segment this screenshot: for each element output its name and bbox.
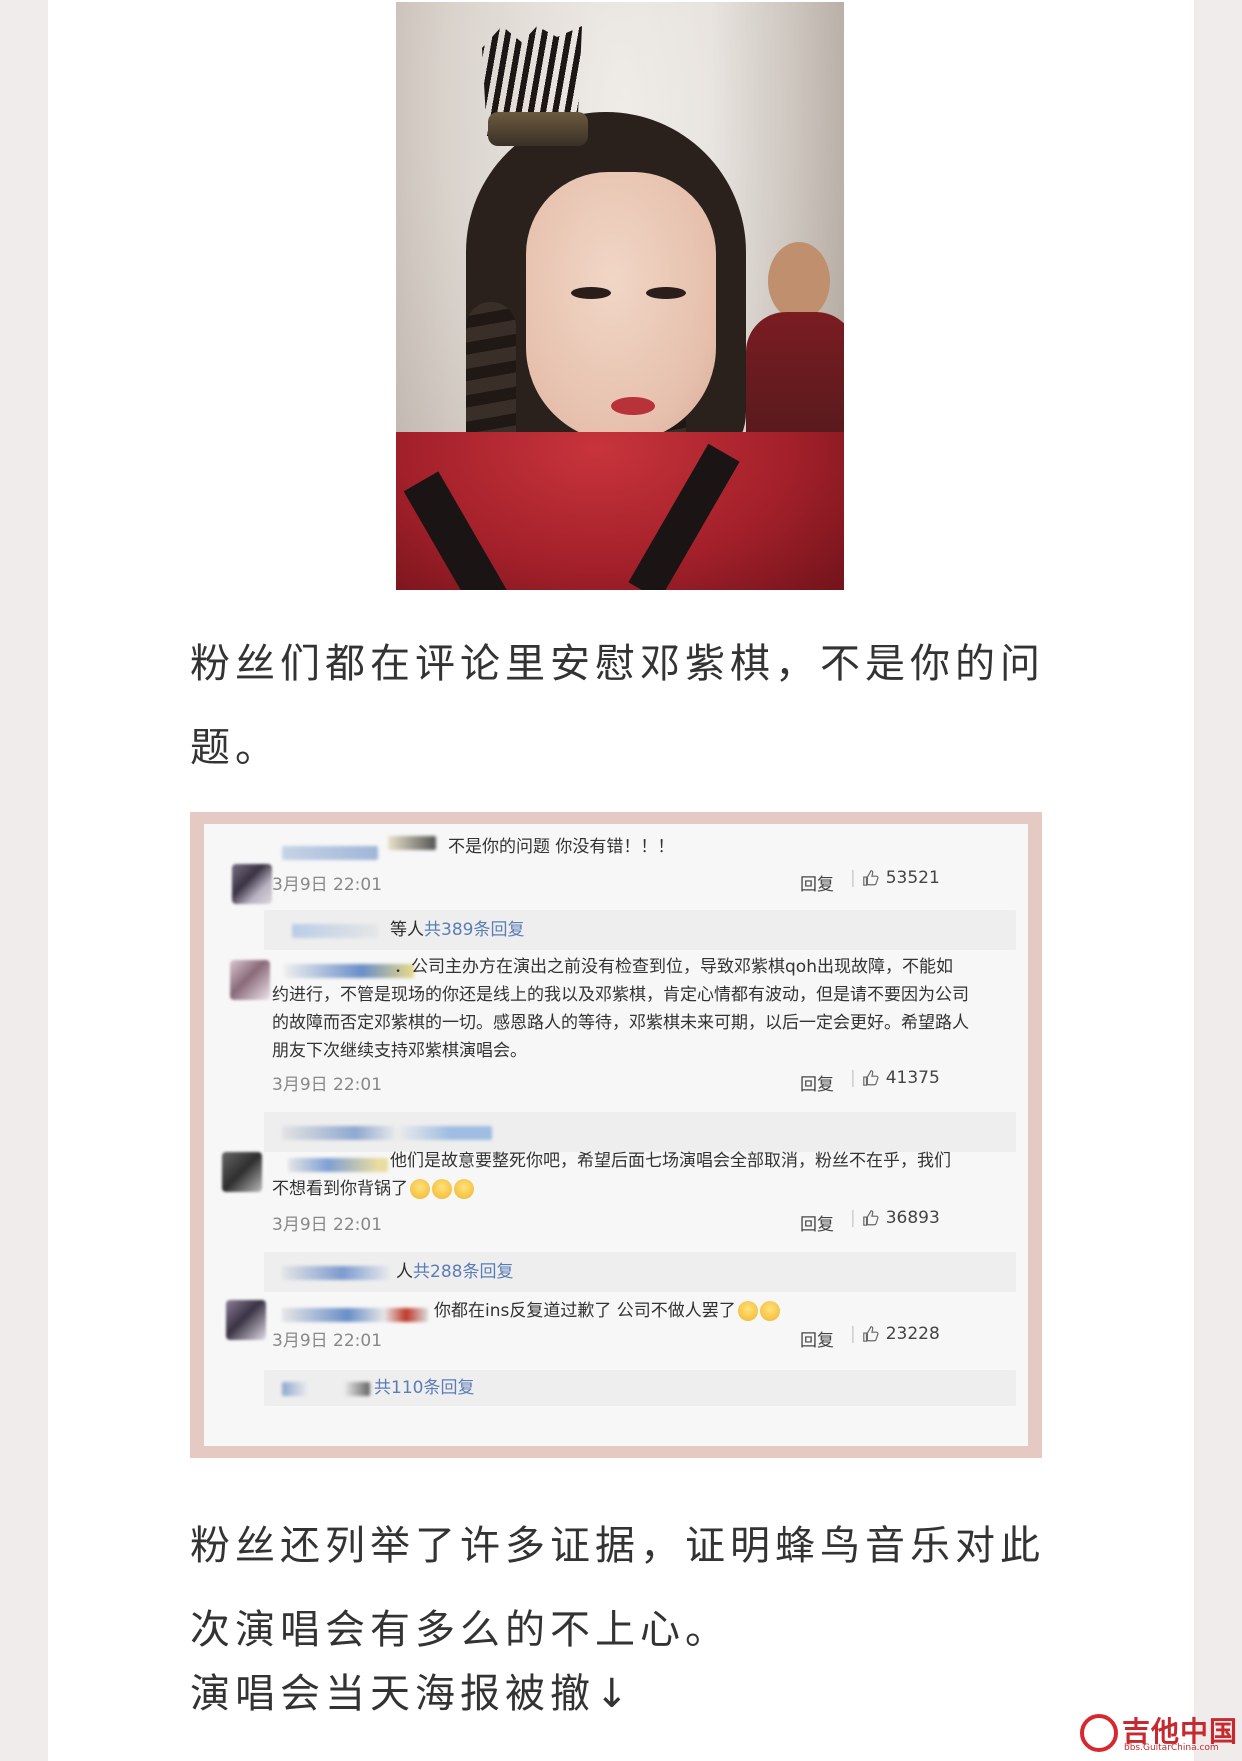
avatar: [230, 960, 270, 1000]
reply-button[interactable]: 回复: [800, 1210, 834, 1235]
crying-face-icon: [454, 1179, 474, 1199]
avatar: [232, 864, 272, 904]
sub-reply-count[interactable]: 共110条回复: [374, 1378, 474, 1398]
comment-text-line: 他们是故意要整死你吧，希望后面七场演唱会全部取消，粉丝不在乎，我们: [390, 1151, 951, 1171]
thumbs-up-icon: [862, 1070, 879, 1086]
thumbs-up-icon: [862, 1326, 879, 1342]
crying-face-icon: [410, 1179, 430, 1199]
paragraph-poster-removed: 演唱会当天海报被撤↓: [190, 1671, 634, 1717]
comment-text-line: 不想看到你背锅了: [272, 1179, 408, 1199]
comment-time: 3月9日 22:01: [272, 1331, 383, 1351]
comment-text-line: 约进行，不管是现场的你还是线上的我以及邓紫棋，肯定心情都有波动，但是请不要因为公…: [272, 985, 969, 1005]
reply-button[interactable]: 回复: [800, 870, 834, 895]
sub-reply-count[interactable]: 共288条回复: [413, 1262, 513, 1282]
comment-text: 不是你的问题 你没有错！！！: [448, 837, 675, 857]
comment-time: 3月9日 22:01: [272, 875, 383, 895]
guitarchina-logo-icon: [1080, 1714, 1118, 1752]
like-count: 36893: [885, 1208, 940, 1228]
sub-replies[interactable]: 共110条回复: [264, 1370, 1016, 1406]
like-count: 53521: [885, 868, 940, 888]
crying-face-icon: [737, 1301, 758, 1321]
crying-face-icon: [432, 1179, 452, 1199]
avatar: [222, 1152, 262, 1192]
comment-time: 3月9日 22:01: [272, 1075, 383, 1095]
paragraph-fans-comfort: 粉丝们都在评论里安慰邓紫棋，不是你的问题。: [190, 641, 1045, 771]
like-button[interactable]: | 36893: [850, 1208, 940, 1228]
sub-replies[interactable]: 人共288条回复: [264, 1252, 1016, 1292]
sub-reply-count[interactable]: 共389条回复: [424, 920, 524, 940]
comment-text-line: 朋友下次继续支持邓紫棋演唱会。: [272, 1041, 527, 1061]
comments-screenshot: 不是你的问题 你没有错！！！ 3月9日 22:01 回复 | 53521 等人共…: [190, 812, 1042, 1458]
crying-face-icon: [759, 1301, 780, 1321]
reply-button[interactable]: 回复: [800, 1070, 834, 1095]
thumbs-up-icon: [862, 870, 879, 886]
like-button[interactable]: | 53521: [850, 868, 940, 888]
like-button[interactable]: | 41375: [850, 1068, 940, 1088]
like-count: 23228: [885, 1324, 940, 1344]
watermark-url: bbs.GuitarChina.com: [1124, 1743, 1219, 1753]
avatar: [226, 1300, 266, 1340]
like-button[interactable]: | 23228: [850, 1324, 940, 1344]
site-watermark: 吉他中国 bbs.GuitarChina.com: [1080, 1710, 1240, 1756]
thumbs-up-icon: [862, 1210, 879, 1226]
reply-button[interactable]: 回复: [800, 1326, 834, 1351]
paragraph-fans-evidence: 粉丝还列举了许多证据，证明蜂鸟音乐对此次演唱会有多么的不上心。: [190, 1523, 1045, 1653]
sub-replies[interactable]: 等人共389条回复: [264, 910, 1016, 950]
comment-text-line: ．公司主办方在演出之前没有检查到位，导致邓紫棋qoh出现故障，不能如: [394, 957, 953, 977]
singer-photo: [396, 2, 844, 590]
like-count: 41375: [885, 1068, 940, 1088]
comment-text-line: 的故障而否定邓紫棋的一切。感恩路人的等待，邓紫棋未来可期，以后一定会更好。希望路…: [272, 1013, 969, 1033]
comment-text: 你都在ins反复道过歉了 公司不做人罢了: [434, 1301, 736, 1321]
comment-time: 3月9日 22:01: [272, 1215, 383, 1235]
